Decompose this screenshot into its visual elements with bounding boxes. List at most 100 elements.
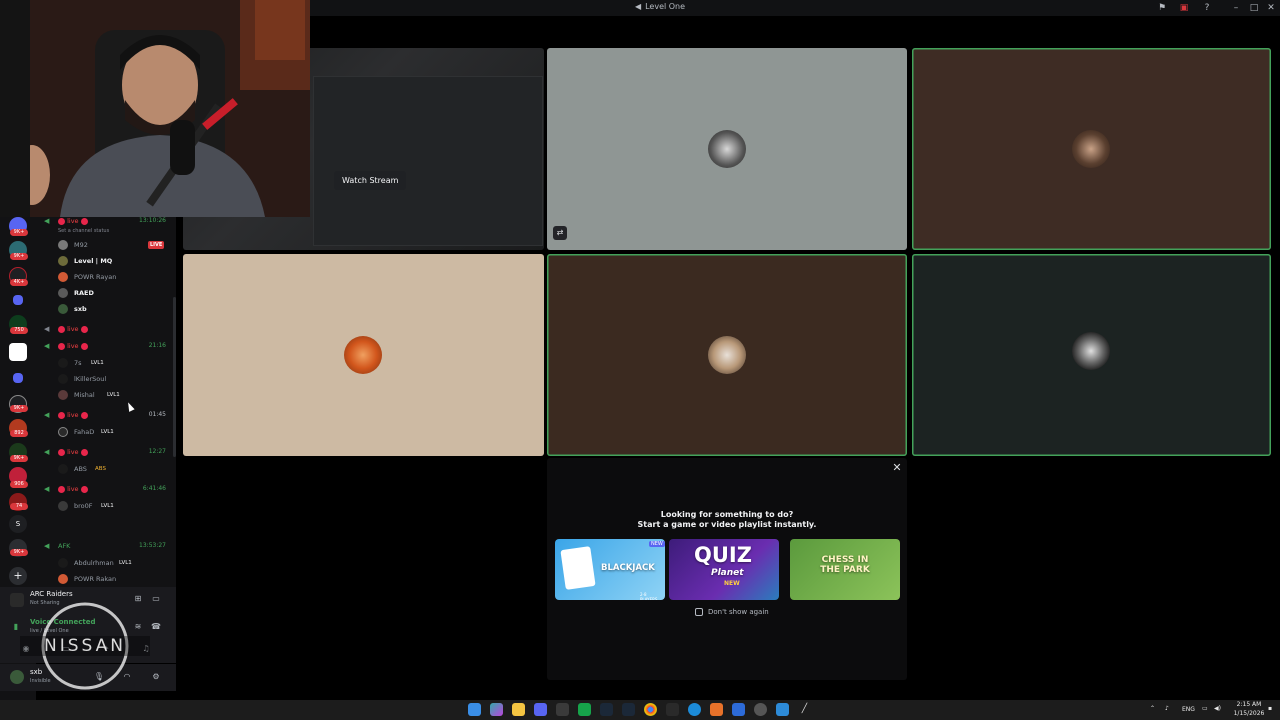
live-dot-icon — [80, 448, 88, 456]
disconnect-icon[interactable]: ☎ — [150, 621, 162, 633]
speaker-icon: ◀ — [44, 448, 50, 456]
voice-channel[interactable]: ◀ live 12:27 — [36, 446, 172, 458]
help-icon[interactable]: ? — [1201, 2, 1213, 14]
channel-list: ◀ live 13:10:26 Set a channel status M92… — [36, 217, 176, 587]
app-icon[interactable] — [666, 703, 679, 716]
app-icon[interactable] — [710, 703, 723, 716]
minimize-icon[interactable]: – — [1230, 2, 1242, 14]
list-item[interactable]: POWR Rayan — [36, 271, 172, 283]
avatar — [344, 336, 382, 374]
list-item[interactable]: FahaD LVL1 — [36, 426, 172, 438]
list-item[interactable]: lKillerSoul — [36, 373, 172, 385]
network-icon[interactable]: ▭ — [1202, 705, 1208, 712]
steam-icon[interactable] — [622, 703, 635, 716]
maximize-icon[interactable]: □ — [1248, 2, 1260, 14]
activity-suggestion-panel: ✕ Looking for something to do? Start a g… — [547, 458, 907, 680]
list-item[interactable]: RAED — [36, 287, 172, 299]
participant-tile[interactable] — [912, 254, 1271, 456]
activity-card-chess-in-the-park[interactable]: CHESS IN THE PARK — [790, 539, 900, 600]
app-icon[interactable] — [732, 703, 745, 716]
app-icon[interactable] — [776, 703, 789, 716]
sponsor-logo: NISSAN — [20, 598, 150, 692]
server-icon[interactable]: S — [9, 515, 27, 533]
edge-icon[interactable] — [688, 703, 701, 716]
list-item[interactable]: 7s LVL1 — [36, 357, 172, 369]
discord-icon[interactable] — [534, 703, 547, 716]
scrollbar[interactable] — [173, 297, 176, 457]
inbox-icon[interactable]: ▣ — [1178, 2, 1190, 14]
taskbar: ╱ ⌃ ♪ ENG ▭ ◀) 2:15 AM 1/15/2026 ▪ — [0, 700, 1280, 720]
close-icon[interactable]: ✕ — [891, 462, 903, 474]
avatar — [58, 374, 68, 384]
notification-icon[interactable]: ▪ — [1268, 705, 1272, 712]
activity-prompt-title: Looking for something to do? — [660, 510, 794, 519]
dont-show-again-checkbox[interactable]: Don't show again — [695, 608, 769, 616]
list-item[interactable]: bro0F LVL1 — [36, 500, 172, 512]
list-item[interactable]: ABS ABS — [36, 463, 172, 475]
avatar — [58, 272, 68, 282]
list-item[interactable]: sxb — [36, 303, 172, 315]
live-dot-icon — [58, 448, 65, 456]
activity-card-quiz-planet[interactable]: QUIZ Planet NEW — [669, 539, 779, 600]
live-dot-icon — [80, 411, 88, 419]
watch-stream-button[interactable]: Watch Stream — [334, 171, 407, 190]
window-title: ◀ Level One — [634, 2, 686, 11]
settings-icon[interactable] — [754, 703, 767, 716]
app-icon[interactable] — [578, 703, 591, 716]
microphone-icon[interactable]: ♪ — [1165, 705, 1169, 712]
list-item[interactable]: M92 LIVE — [36, 239, 172, 251]
volume-icon[interactable]: ◀) — [1214, 705, 1221, 712]
folder-icon[interactable] — [13, 373, 23, 383]
popout-icon[interactable]: ⇄ — [553, 226, 567, 240]
add-server-icon[interactable]: + — [9, 567, 27, 585]
voice-channel[interactable]: ◀ live — [36, 323, 172, 335]
server-icon[interactable] — [9, 343, 27, 361]
speaker-icon: ◀ — [44, 325, 50, 333]
pin-icon[interactable]: ⚑ — [1156, 2, 1168, 14]
live-dot-icon — [80, 217, 88, 225]
file-explorer-icon[interactable] — [512, 703, 525, 716]
live-dot-icon — [80, 325, 88, 333]
chrome-icon[interactable] — [644, 703, 657, 716]
live-dot-icon — [80, 485, 88, 493]
folder-icon[interactable] — [13, 295, 23, 305]
clock-time[interactable]: 2:15 AM — [1232, 701, 1266, 708]
voice-channel[interactable]: ◀ live 21:16 — [36, 340, 172, 352]
avatar — [58, 558, 68, 568]
app-icon[interactable] — [556, 703, 569, 716]
voice-channel-afk[interactable]: ◀ AFK 13:53:27 — [36, 540, 172, 552]
language-indicator[interactable]: ENG — [1182, 706, 1195, 713]
close-window-icon[interactable]: ✕ — [1265, 2, 1277, 14]
avatar — [708, 336, 746, 374]
settings-gear-icon[interactable]: ⚙ — [150, 671, 162, 683]
list-item[interactable]: POWR Rakan — [36, 573, 172, 585]
participant-tile[interactable] — [912, 48, 1271, 250]
participant-tile[interactable] — [547, 254, 907, 456]
list-item[interactable]: Level | MQ — [36, 255, 172, 267]
speaker-icon: ◀ — [44, 342, 50, 350]
voice-channel[interactable]: ◀ live 6:41:46 — [36, 483, 172, 495]
activity-card-blackjack[interactable]: BLACKJACK NEW 2-8 PLAYERS — [555, 539, 665, 600]
list-item[interactable]: Abdulrhman LVL1 — [36, 557, 172, 569]
voice-channel[interactable]: ◀ live 01:45 — [36, 409, 172, 421]
avatar — [58, 288, 68, 298]
steam-icon[interactable] — [600, 703, 613, 716]
avatar — [58, 358, 68, 368]
start-icon[interactable] — [468, 703, 481, 716]
participant-tile[interactable]: ⇄ — [547, 48, 907, 250]
screen-share-icon[interactable]: ▭ — [150, 593, 162, 605]
avatar — [708, 130, 746, 168]
stream-preview — [313, 76, 543, 246]
avatar — [58, 256, 68, 266]
list-item[interactable]: Mishal LVL1 — [36, 389, 172, 401]
avatar — [1072, 130, 1110, 168]
pen-icon[interactable]: ╱ — [798, 703, 811, 716]
copilot-icon[interactable] — [490, 703, 503, 716]
live-dot-icon — [58, 342, 65, 350]
live-dot-icon — [58, 325, 65, 333]
activity-prompt-subtitle: Start a game or video playlist instantly… — [637, 520, 817, 529]
show-hidden-icons[interactable]: ⌃ — [1150, 705, 1155, 712]
live-dot-icon — [58, 411, 65, 419]
clock-date[interactable]: 1/15/2026 — [1232, 710, 1266, 717]
participant-tile[interactable] — [183, 254, 544, 456]
